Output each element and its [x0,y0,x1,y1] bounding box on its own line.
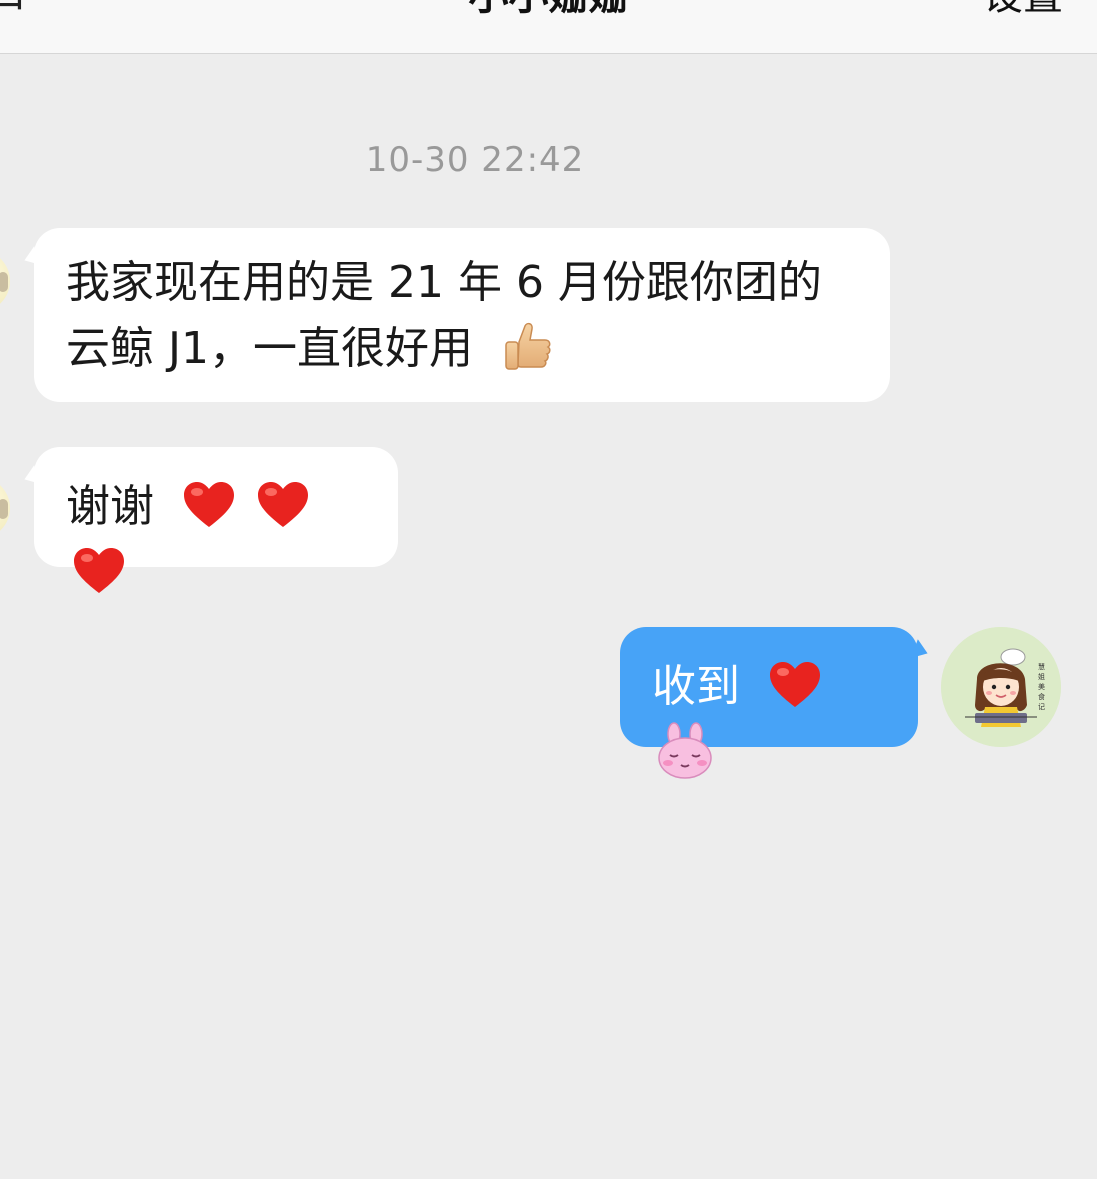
svg-text:记: 记 [1038,703,1045,711]
heart-icon [184,482,234,527]
contact-avatar[interactable] [0,477,10,539]
heart-icon [258,482,308,527]
heart-icon [770,662,820,707]
message-timestamp: 10-30 22:42 [365,140,585,180]
svg-text:美: 美 [1038,682,1045,691]
message-text-line2: 云鲸 J1，一直很好用 [66,316,858,382]
message-text: 云鲸 J1，一直很好用 [66,323,473,374]
message-text-line1: 我家现在用的是 21 年 6 月份跟你团的 [66,257,822,308]
chat-header: 口 小小姗姗 设置 [0,0,1097,54]
outgoing-message-bubble[interactable]: 收到 [620,627,918,779]
bunny-face-icon [658,722,712,779]
contact-avatar[interactable] [0,250,10,312]
message-text: 收到 [652,661,740,712]
svg-text:食: 食 [1038,692,1045,701]
settings-button[interactable]: 设置 [983,0,1063,16]
svg-text:慧: 慧 [1038,662,1045,671]
chef-girl-avatar-icon: 慧 姐 美 食 记 [941,627,1061,747]
heart-icon [74,548,124,593]
thumbs-up-icon [505,322,551,370]
incoming-message-bubble[interactable]: 谢谢 [34,447,398,593]
user-avatar[interactable]: 慧 姐 美 食 记 [941,627,1061,747]
incoming-message-bubble[interactable]: 我家现在用的是 21 年 6 月份跟你团的 云鲸 J1，一直很好用 [34,228,890,402]
svg-text:姐: 姐 [1038,672,1045,681]
message-text: 谢谢 [66,481,154,532]
chat-title: 小小姗姗 [0,0,1097,16]
